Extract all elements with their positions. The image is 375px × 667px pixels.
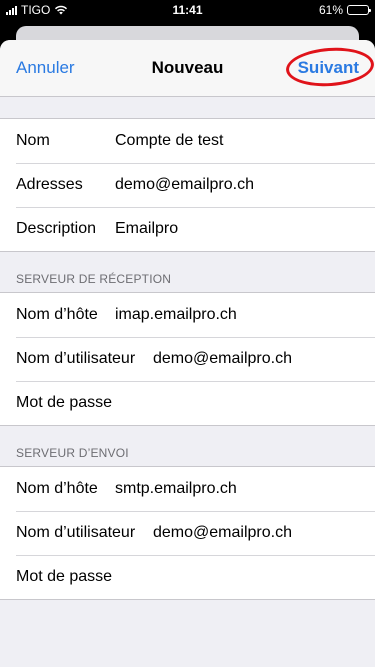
outgoing-username-field[interactable]: demo@emailpro.ch	[153, 524, 375, 542]
navigation-bar: Annuler Nouveau Suivant	[0, 40, 375, 97]
outgoing-password-label: Mot de passe	[16, 568, 113, 585]
outgoing-hostname-field[interactable]: smtp.emailpro.ch	[115, 480, 375, 498]
outgoing-password-row[interactable]: Mot de passe	[0, 555, 375, 599]
description-field[interactable]: Emailpro	[115, 220, 375, 238]
incoming-hostname-label: Nom d’hôte	[16, 306, 98, 323]
description-row[interactable]: Description Emailpro	[0, 207, 375, 251]
address-label: Adresses	[16, 176, 83, 193]
outgoing-hostname-row[interactable]: Nom d’hôte smtp.emailpro.ch	[0, 467, 375, 511]
status-bar: TIGO 11:41 61%	[0, 0, 375, 20]
outgoing-server-group: Nom d’hôte smtp.emailpro.ch Nom d’utilis…	[0, 466, 375, 600]
incoming-server-group: Nom d’hôte imap.emailpro.ch Nom d’utilis…	[0, 292, 375, 426]
next-button[interactable]: Suivant	[298, 40, 359, 96]
incoming-username-label: Nom d’utilisateur	[16, 350, 136, 367]
incoming-password-row[interactable]: Mot de passe	[0, 381, 375, 425]
name-row[interactable]: Nom Compte de test	[0, 119, 375, 163]
incoming-username-field[interactable]: demo@emailpro.ch	[153, 350, 375, 368]
incoming-server-header: SERVEUR DE RÉCEPTION	[16, 272, 172, 286]
incoming-username-row[interactable]: Nom d’utilisateur demo@emailpro.ch	[0, 337, 375, 381]
address-field[interactable]: demo@emailpro.ch	[115, 176, 375, 194]
incoming-password-label: Mot de passe	[16, 394, 113, 411]
outgoing-username-row[interactable]: Nom d’utilisateur demo@emailpro.ch	[0, 511, 375, 555]
outgoing-hostname-label: Nom d’hôte	[16, 480, 98, 497]
incoming-hostname-row[interactable]: Nom d’hôte imap.emailpro.ch	[0, 293, 375, 337]
name-field[interactable]: Compte de test	[115, 132, 375, 150]
battery-icon	[347, 5, 371, 15]
address-row[interactable]: Adresses demo@emailpro.ch	[0, 163, 375, 207]
new-account-sheet: Annuler Nouveau Suivant Nom Compte de te…	[0, 40, 375, 667]
name-label: Nom	[16, 132, 50, 149]
incoming-hostname-field[interactable]: imap.emailpro.ch	[115, 306, 375, 324]
outgoing-server-header: SERVEUR D’ENVOI	[16, 446, 129, 460]
account-info-group: Nom Compte de test Adresses demo@emailpr…	[0, 118, 375, 252]
description-label: Description	[16, 220, 97, 237]
battery-percent: 61%	[318, 3, 343, 17]
status-right: 61%	[318, 3, 371, 17]
outgoing-username-label: Nom d’utilisateur	[16, 524, 136, 541]
